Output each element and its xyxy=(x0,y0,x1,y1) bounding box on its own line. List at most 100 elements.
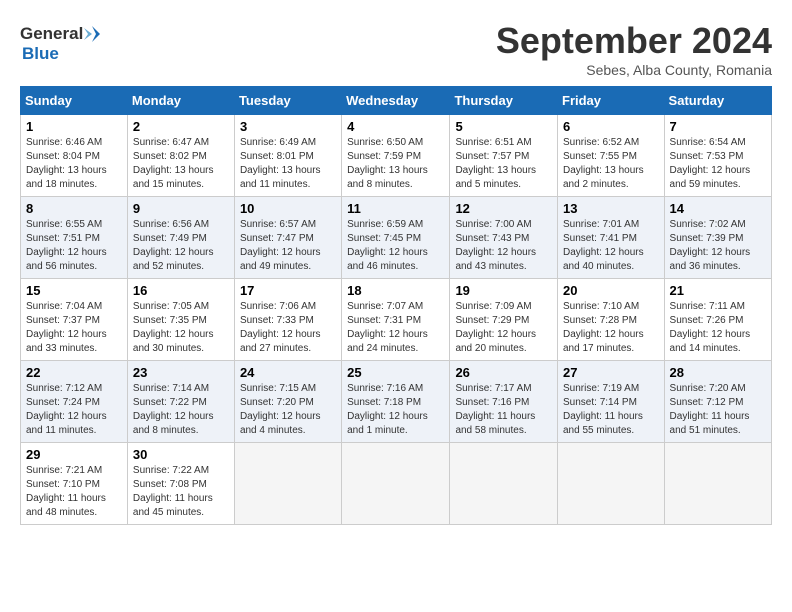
sunrise-text: Sunrise: 7:11 AM xyxy=(670,301,745,312)
sunset-text: Sunset: 7:28 PM xyxy=(563,315,637,326)
sunset-text: Sunset: 7:24 PM xyxy=(26,397,100,408)
sunset-text: Sunset: 7:08 PM xyxy=(133,479,207,490)
table-row: 17 Sunrise: 7:06 AM Sunset: 7:33 PM Dayl… xyxy=(234,279,341,361)
sunset-text: Sunset: 7:55 PM xyxy=(563,151,637,162)
sunset-text: Sunset: 7:33 PM xyxy=(240,315,314,326)
sunset-text: Sunset: 7:41 PM xyxy=(563,233,637,244)
daylight-text: Daylight: 11 hours and 58 minutes. xyxy=(455,411,535,436)
daylight-text: Daylight: 11 hours and 45 minutes. xyxy=(133,493,213,518)
day-info: Sunrise: 7:05 AM Sunset: 7:35 PM Dayligh… xyxy=(133,300,229,356)
daylight-text: Daylight: 12 hours and 40 minutes. xyxy=(563,247,644,272)
sunset-text: Sunset: 7:29 PM xyxy=(455,315,529,326)
table-row: 16 Sunrise: 7:05 AM Sunset: 7:35 PM Dayl… xyxy=(127,279,234,361)
day-number: 11 xyxy=(347,201,444,216)
table-row: 2 Sunrise: 6:47 AM Sunset: 8:02 PM Dayli… xyxy=(127,115,234,197)
col-saturday: Saturday xyxy=(664,87,771,115)
sunset-text: Sunset: 7:51 PM xyxy=(26,233,100,244)
day-info: Sunrise: 7:02 AM Sunset: 7:39 PM Dayligh… xyxy=(670,218,766,274)
sunset-text: Sunset: 7:35 PM xyxy=(133,315,207,326)
sunset-text: Sunset: 7:31 PM xyxy=(347,315,421,326)
day-info: Sunrise: 7:09 AM Sunset: 7:29 PM Dayligh… xyxy=(455,300,552,356)
table-row: 4 Sunrise: 6:50 AM Sunset: 7:59 PM Dayli… xyxy=(342,115,450,197)
sunset-text: Sunset: 8:04 PM xyxy=(26,151,100,162)
table-row xyxy=(558,443,665,525)
day-info: Sunrise: 7:15 AM Sunset: 7:20 PM Dayligh… xyxy=(240,382,336,438)
day-info: Sunrise: 6:59 AM Sunset: 7:45 PM Dayligh… xyxy=(347,218,444,274)
calendar-title: September 2024 xyxy=(496,20,772,62)
day-number: 9 xyxy=(133,201,229,216)
calendar-week-row: 29 Sunrise: 7:21 AM Sunset: 7:10 PM Dayl… xyxy=(21,443,772,525)
sunrise-text: Sunrise: 6:57 AM xyxy=(240,219,316,230)
table-row: 5 Sunrise: 6:51 AM Sunset: 7:57 PM Dayli… xyxy=(450,115,558,197)
sunset-text: Sunset: 7:37 PM xyxy=(26,315,100,326)
sunrise-text: Sunrise: 6:52 AM xyxy=(563,137,639,148)
daylight-text: Daylight: 12 hours and 24 minutes. xyxy=(347,329,428,354)
daylight-text: Daylight: 12 hours and 36 minutes. xyxy=(670,247,751,272)
daylight-text: Daylight: 13 hours and 2 minutes. xyxy=(563,165,644,190)
sunrise-text: Sunrise: 7:22 AM xyxy=(133,465,209,476)
sunset-text: Sunset: 7:57 PM xyxy=(455,151,529,162)
day-number: 28 xyxy=(670,365,766,380)
daylight-text: Daylight: 12 hours and 52 minutes. xyxy=(133,247,214,272)
sunset-text: Sunset: 7:39 PM xyxy=(670,233,744,244)
logo: General Blue xyxy=(20,24,76,60)
sunset-text: Sunset: 7:53 PM xyxy=(670,151,744,162)
daylight-text: Daylight: 12 hours and 27 minutes. xyxy=(240,329,321,354)
day-info: Sunrise: 7:19 AM Sunset: 7:14 PM Dayligh… xyxy=(563,382,659,438)
sunset-text: Sunset: 7:10 PM xyxy=(26,479,100,490)
daylight-text: Daylight: 12 hours and 56 minutes. xyxy=(26,247,107,272)
col-wednesday: Wednesday xyxy=(342,87,450,115)
day-number: 2 xyxy=(133,119,229,134)
day-number: 25 xyxy=(347,365,444,380)
daylight-text: Daylight: 12 hours and 17 minutes. xyxy=(563,329,644,354)
table-row: 10 Sunrise: 6:57 AM Sunset: 7:47 PM Dayl… xyxy=(234,197,341,279)
daylight-text: Daylight: 12 hours and 59 minutes. xyxy=(670,165,751,190)
sunrise-text: Sunrise: 6:55 AM xyxy=(26,219,102,230)
day-info: Sunrise: 7:11 AM Sunset: 7:26 PM Dayligh… xyxy=(670,300,766,356)
table-row: 21 Sunrise: 7:11 AM Sunset: 7:26 PM Dayl… xyxy=(664,279,771,361)
day-info: Sunrise: 6:57 AM Sunset: 7:47 PM Dayligh… xyxy=(240,218,336,274)
calendar-subtitle: Sebes, Alba County, Romania xyxy=(496,62,772,78)
table-row: 14 Sunrise: 7:02 AM Sunset: 7:39 PM Dayl… xyxy=(664,197,771,279)
sunrise-text: Sunrise: 6:50 AM xyxy=(347,137,423,148)
table-row: 19 Sunrise: 7:09 AM Sunset: 7:29 PM Dayl… xyxy=(450,279,558,361)
calendar-week-row: 22 Sunrise: 7:12 AM Sunset: 7:24 PM Dayl… xyxy=(21,361,772,443)
table-row: 24 Sunrise: 7:15 AM Sunset: 7:20 PM Dayl… xyxy=(234,361,341,443)
sunrise-text: Sunrise: 6:49 AM xyxy=(240,137,316,148)
col-friday: Friday xyxy=(558,87,665,115)
day-number: 4 xyxy=(347,119,444,134)
sunset-text: Sunset: 7:26 PM xyxy=(670,315,744,326)
sunset-text: Sunset: 7:18 PM xyxy=(347,397,421,408)
table-row xyxy=(234,443,341,525)
daylight-text: Daylight: 12 hours and 43 minutes. xyxy=(455,247,536,272)
sunset-text: Sunset: 7:59 PM xyxy=(347,151,421,162)
sunrise-text: Sunrise: 7:17 AM xyxy=(455,383,531,394)
daylight-text: Daylight: 12 hours and 33 minutes. xyxy=(26,329,107,354)
sunrise-text: Sunrise: 7:21 AM xyxy=(26,465,102,476)
sunrise-text: Sunrise: 6:51 AM xyxy=(455,137,531,148)
sunrise-text: Sunrise: 7:01 AM xyxy=(563,219,639,230)
day-number: 21 xyxy=(670,283,766,298)
day-info: Sunrise: 6:54 AM Sunset: 7:53 PM Dayligh… xyxy=(670,136,766,192)
table-row: 26 Sunrise: 7:17 AM Sunset: 7:16 PM Dayl… xyxy=(450,361,558,443)
day-number: 8 xyxy=(26,201,122,216)
sunset-text: Sunset: 8:01 PM xyxy=(240,151,314,162)
day-number: 16 xyxy=(133,283,229,298)
table-row: 1 Sunrise: 6:46 AM Sunset: 8:04 PM Dayli… xyxy=(21,115,128,197)
table-row: 29 Sunrise: 7:21 AM Sunset: 7:10 PM Dayl… xyxy=(21,443,128,525)
day-number: 3 xyxy=(240,119,336,134)
day-number: 24 xyxy=(240,365,336,380)
calendar-week-row: 15 Sunrise: 7:04 AM Sunset: 7:37 PM Dayl… xyxy=(21,279,772,361)
day-info: Sunrise: 6:55 AM Sunset: 7:51 PM Dayligh… xyxy=(26,218,122,274)
daylight-text: Daylight: 13 hours and 8 minutes. xyxy=(347,165,428,190)
day-number: 20 xyxy=(563,283,659,298)
day-number: 6 xyxy=(563,119,659,134)
day-info: Sunrise: 6:50 AM Sunset: 7:59 PM Dayligh… xyxy=(347,136,444,192)
daylight-text: Daylight: 12 hours and 49 minutes. xyxy=(240,247,321,272)
table-row: 13 Sunrise: 7:01 AM Sunset: 7:41 PM Dayl… xyxy=(558,197,665,279)
sunrise-text: Sunrise: 7:10 AM xyxy=(563,301,639,312)
day-number: 10 xyxy=(240,201,336,216)
day-number: 18 xyxy=(347,283,444,298)
sunset-text: Sunset: 7:43 PM xyxy=(455,233,529,244)
day-info: Sunrise: 7:16 AM Sunset: 7:18 PM Dayligh… xyxy=(347,382,444,438)
